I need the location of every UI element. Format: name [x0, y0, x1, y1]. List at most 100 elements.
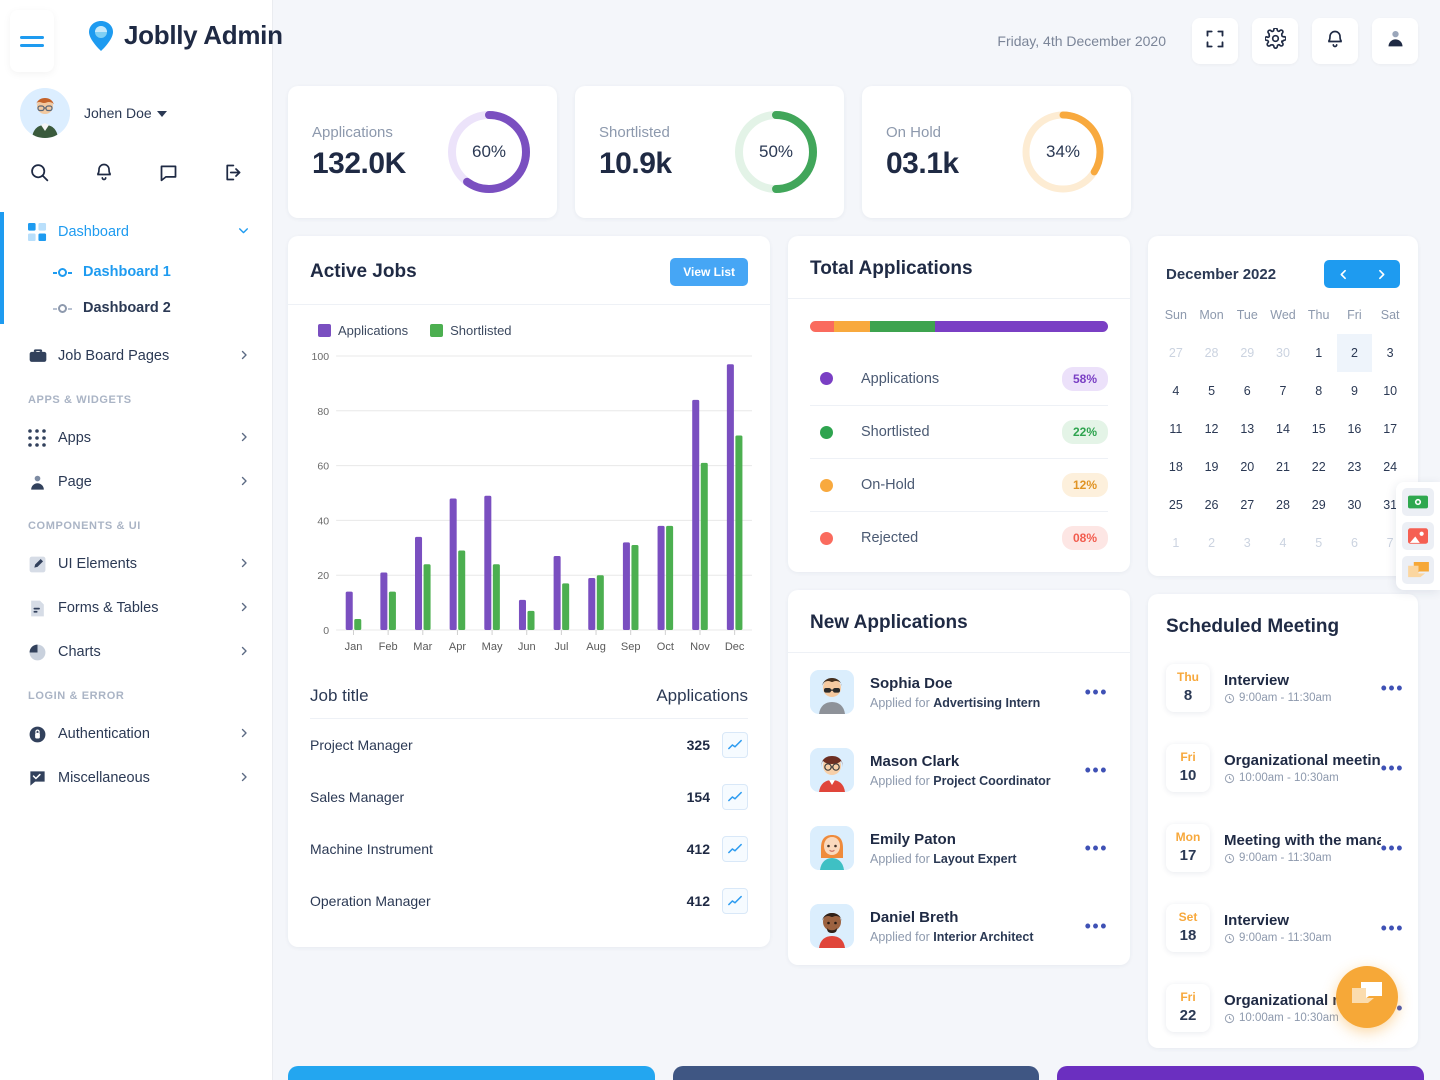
calendar-day[interactable]: 26 [1194, 486, 1230, 524]
sidebar-item-dashboard[interactable]: Dashboard [0, 210, 272, 254]
list-item[interactable]: Sophia Doe Applied for Advertising Inter… [788, 653, 1130, 731]
promo-card-dark[interactable]: Vivamus condimentum erat non turpis plac… [673, 1066, 1040, 1080]
calendar-day[interactable]: 5 [1194, 372, 1230, 410]
more-options-icon[interactable]: ••• [1085, 838, 1108, 859]
sidebar-item-authentication[interactable]: Authentication [0, 712, 272, 756]
donut-percent: 34% [1019, 108, 1107, 196]
calendar-day[interactable]: 28 [1194, 334, 1230, 372]
calendar-day[interactable]: 13 [1229, 410, 1265, 448]
sidebar-item-page[interactable]: Page [0, 460, 272, 504]
sidebar-item-apps[interactable]: Apps [0, 416, 272, 460]
list-item[interactable]: Mason Clark Applied for Project Coordina… [788, 731, 1130, 809]
calendar-day[interactable]: 29 [1301, 486, 1337, 524]
sidebar-item-dashboard-1[interactable]: Dashboard 1 [0, 254, 272, 290]
y-axis-tick: 0 [323, 625, 329, 637]
calendar-day[interactable]: 16 [1337, 410, 1373, 448]
calendar-day[interactable]: 22 [1301, 448, 1337, 486]
fullscreen-button[interactable] [1192, 18, 1238, 64]
calendar-day[interactable]: 14 [1265, 410, 1301, 448]
calendar-day[interactable]: 27 [1158, 334, 1194, 372]
stat-label: Applications [312, 124, 406, 141]
logout-icon[interactable] [216, 155, 250, 189]
search-icon[interactable] [22, 155, 56, 189]
list-item[interactable]: Daniel Breth Applied for Interior Archit… [788, 887, 1130, 965]
sparkline-button[interactable] [722, 888, 748, 914]
calendar-day[interactable]: 23 [1337, 448, 1373, 486]
meeting-item[interactable]: Mon17Meeting with the manager9:00am - 11… [1148, 808, 1418, 888]
calendar-day[interactable]: 11 [1158, 410, 1194, 448]
sparkline-button[interactable] [722, 784, 748, 810]
meeting-item[interactable]: Set18Interview9:00am - 11:30am••• [1148, 888, 1418, 968]
chevron-left-icon[interactable] [1324, 260, 1362, 288]
sparkline-button[interactable] [722, 836, 748, 862]
sparkline-button[interactable] [722, 732, 748, 758]
meeting-item[interactable]: Fri10Organizational meeting10:00am - 10:… [1148, 728, 1418, 808]
account-button[interactable] [1372, 18, 1418, 64]
calendar-day[interactable]: 27 [1229, 486, 1265, 524]
brand[interactable]: Joblly Admin [88, 20, 283, 51]
promo-card-blue[interactable]: Vivamus condimentum erat non turpis plac… [288, 1066, 655, 1080]
calendar-day[interactable]: 24 [1372, 448, 1408, 486]
calendar-day[interactable]: 2 [1337, 334, 1373, 372]
calendar-day[interactable]: 29 [1229, 334, 1265, 372]
calendar-day[interactable]: 15 [1301, 410, 1337, 448]
menu-toggle-button[interactable] [10, 10, 54, 72]
calendar-day[interactable]: 1 [1301, 334, 1337, 372]
calendar-day[interactable]: 6 [1337, 524, 1373, 562]
calendar-day[interactable]: 3 [1372, 334, 1408, 372]
calendar-day[interactable]: 19 [1194, 448, 1230, 486]
more-options-icon[interactable]: ••• [1085, 760, 1108, 781]
calendar-day[interactable]: 12 [1194, 410, 1230, 448]
calendar-day[interactable]: 18 [1158, 448, 1194, 486]
image-icon[interactable] [1402, 522, 1434, 550]
calendar-day[interactable]: 10 [1372, 372, 1408, 410]
sidebar-item-miscellaneous[interactable]: Miscellaneous [0, 756, 272, 800]
calendar-day[interactable]: 3 [1229, 524, 1265, 562]
calendar-day[interactable]: 5 [1301, 524, 1337, 562]
more-options-icon[interactable]: ••• [1381, 918, 1404, 939]
profile-card[interactable]: Johen Doe Designer Today, 16:05 [1057, 1066, 1424, 1080]
sidebar-item-charts[interactable]: Charts [0, 630, 272, 674]
calendar-day[interactable]: 30 [1265, 334, 1301, 372]
calendar-day[interactable]: 25 [1158, 486, 1194, 524]
notifications-button[interactable] [1312, 18, 1358, 64]
calendar-day[interactable]: 6 [1229, 372, 1265, 410]
bar [493, 564, 500, 630]
calendar-day[interactable]: 1 [1158, 524, 1194, 562]
sidebar-item-forms-tables[interactable]: Forms & Tables [0, 586, 272, 630]
calendar-day[interactable]: 4 [1158, 372, 1194, 410]
calendar-day[interactable]: 4 [1265, 524, 1301, 562]
chat-icon[interactable] [151, 155, 185, 189]
sidebar-item-dashboard-2[interactable]: Dashboard 2 [0, 290, 272, 326]
list-item[interactable]: Emily Paton Applied for Layout Expert ••… [788, 809, 1130, 887]
chat-icon[interactable] [1402, 556, 1434, 584]
meeting-item[interactable]: Thu8Interview9:00am - 11:30am••• [1148, 648, 1418, 728]
more-options-icon[interactable]: ••• [1085, 682, 1108, 703]
sidebar-profile[interactable]: Johen Doe [20, 88, 167, 138]
calendar-day[interactable]: 7 [1265, 372, 1301, 410]
money-icon[interactable] [1402, 488, 1434, 516]
sidebar-item-ui-elements[interactable]: UI Elements [0, 542, 272, 586]
card-title: Scheduled Meeting [1148, 594, 1418, 648]
bell-icon[interactable] [87, 155, 121, 189]
calendar-day[interactable]: 20 [1229, 448, 1265, 486]
more-options-icon[interactable]: ••• [1085, 916, 1108, 937]
sidebar-item-job-board-pages[interactable]: Job Board Pages [0, 334, 272, 378]
applied-prefix: Applied for [870, 774, 930, 788]
calendar-day[interactable]: 28 [1265, 486, 1301, 524]
progress-segment [810, 321, 834, 332]
calendar-day[interactable]: 9 [1337, 372, 1373, 410]
calendar-day[interactable]: 2 [1194, 524, 1230, 562]
calendar-day[interactable]: 17 [1372, 410, 1408, 448]
calendar-day[interactable]: 30 [1337, 486, 1373, 524]
bullet-icon [58, 304, 67, 313]
more-options-icon[interactable]: ••• [1381, 838, 1404, 859]
settings-button[interactable] [1252, 18, 1298, 64]
chat-fab-button[interactable] [1336, 966, 1398, 1028]
view-list-button[interactable]: View List [670, 258, 748, 286]
more-options-icon[interactable]: ••• [1381, 678, 1404, 699]
more-options-icon[interactable]: ••• [1381, 758, 1404, 779]
calendar-day[interactable]: 8 [1301, 372, 1337, 410]
calendar-day[interactable]: 21 [1265, 448, 1301, 486]
chevron-right-icon[interactable] [1362, 260, 1400, 288]
